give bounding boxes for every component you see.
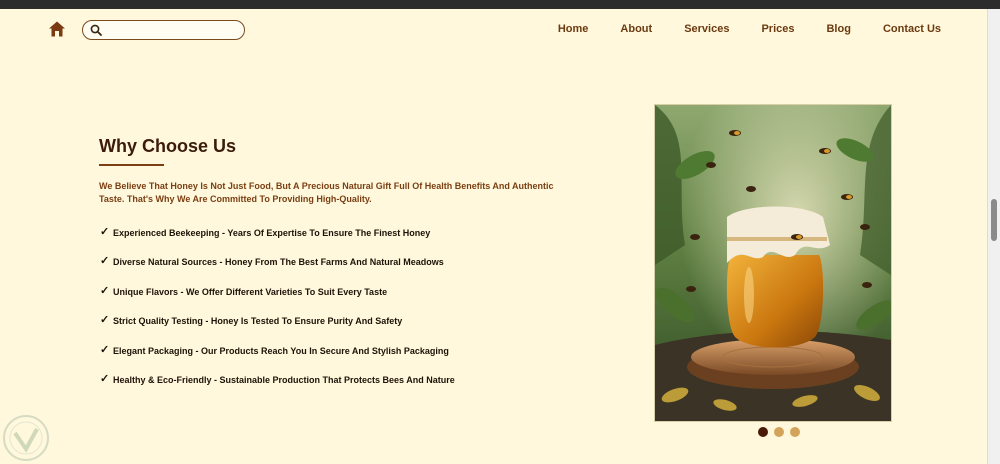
check-icon: ✓ bbox=[100, 343, 110, 356]
carousel-dot-2[interactable] bbox=[774, 427, 784, 437]
feature-item: ✓ Diverse Natural Sources - Honey From Th… bbox=[100, 255, 455, 284]
carousel-dot-3[interactable] bbox=[790, 427, 800, 437]
check-icon: ✓ bbox=[100, 284, 110, 297]
check-icon: ✓ bbox=[100, 372, 110, 385]
search-box[interactable] bbox=[82, 20, 245, 40]
feature-item: ✓ Healthy & Eco-Friendly - Sustainable Pr… bbox=[100, 373, 455, 402]
check-icon: ✓ bbox=[100, 314, 110, 327]
nav-link-blog[interactable]: Blog bbox=[826, 23, 850, 35]
search-icon[interactable] bbox=[90, 24, 102, 36]
home-icon[interactable] bbox=[48, 20, 66, 38]
intro-text: We Believe That Honey Is Not Just Food, … bbox=[99, 181, 554, 204]
carousel-dots bbox=[758, 427, 800, 437]
browser-top-strip bbox=[0, 0, 1000, 9]
feature-text: Strict Quality Testing - Honey Is Tested… bbox=[113, 316, 403, 327]
nav-link-prices[interactable]: Prices bbox=[761, 23, 794, 35]
nav-links: Home About Services Prices Blog Contact … bbox=[526, 23, 941, 35]
feature-text: Elegant Packaging - Our Products Reach Y… bbox=[113, 345, 449, 356]
check-icon: ✓ bbox=[100, 226, 110, 238]
feature-list: ✓ Experienced Beekeeping - Years Of Exper… bbox=[100, 226, 455, 402]
feature-text: Healthy & Eco-Friendly - Sustainable Pro… bbox=[113, 374, 455, 385]
title-underline bbox=[99, 164, 164, 166]
feature-text: Experienced Beekeeping - Years Of Expert… bbox=[113, 228, 431, 238]
scrollbar-thumb[interactable] bbox=[991, 199, 997, 241]
carousel-dot-1[interactable] bbox=[758, 427, 768, 437]
nav-link-services[interactable]: Services bbox=[684, 23, 729, 35]
watermark-logo bbox=[3, 415, 49, 461]
page-scrollbar[interactable] bbox=[987, 9, 1000, 464]
nav-link-about[interactable]: About bbox=[620, 23, 652, 35]
section-title: Why Choose Us bbox=[99, 136, 237, 156]
check-icon: ✓ bbox=[100, 255, 110, 268]
feature-item: ✓ Elegant Packaging - Our Products Reach … bbox=[100, 344, 455, 373]
feature-text: Unique Flavors - We Offer Different Vari… bbox=[113, 286, 388, 297]
nav-link-home[interactable]: Home bbox=[558, 23, 589, 35]
feature-item: ✓ Unique Flavors - We Offer Different Var… bbox=[100, 285, 455, 314]
feature-text: Diverse Natural Sources - Honey From The… bbox=[113, 257, 444, 268]
navbar: Home About Services Prices Blog Contact … bbox=[0, 9, 988, 51]
search-input[interactable] bbox=[107, 22, 237, 37]
nav-link-contact[interactable]: Contact Us bbox=[883, 23, 941, 35]
feature-item: ✓ Strict Quality Testing - Honey Is Teste… bbox=[100, 314, 455, 343]
feature-item: ✓ Experienced Beekeeping - Years Of Exper… bbox=[100, 226, 455, 255]
honey-jar-image bbox=[654, 104, 892, 422]
